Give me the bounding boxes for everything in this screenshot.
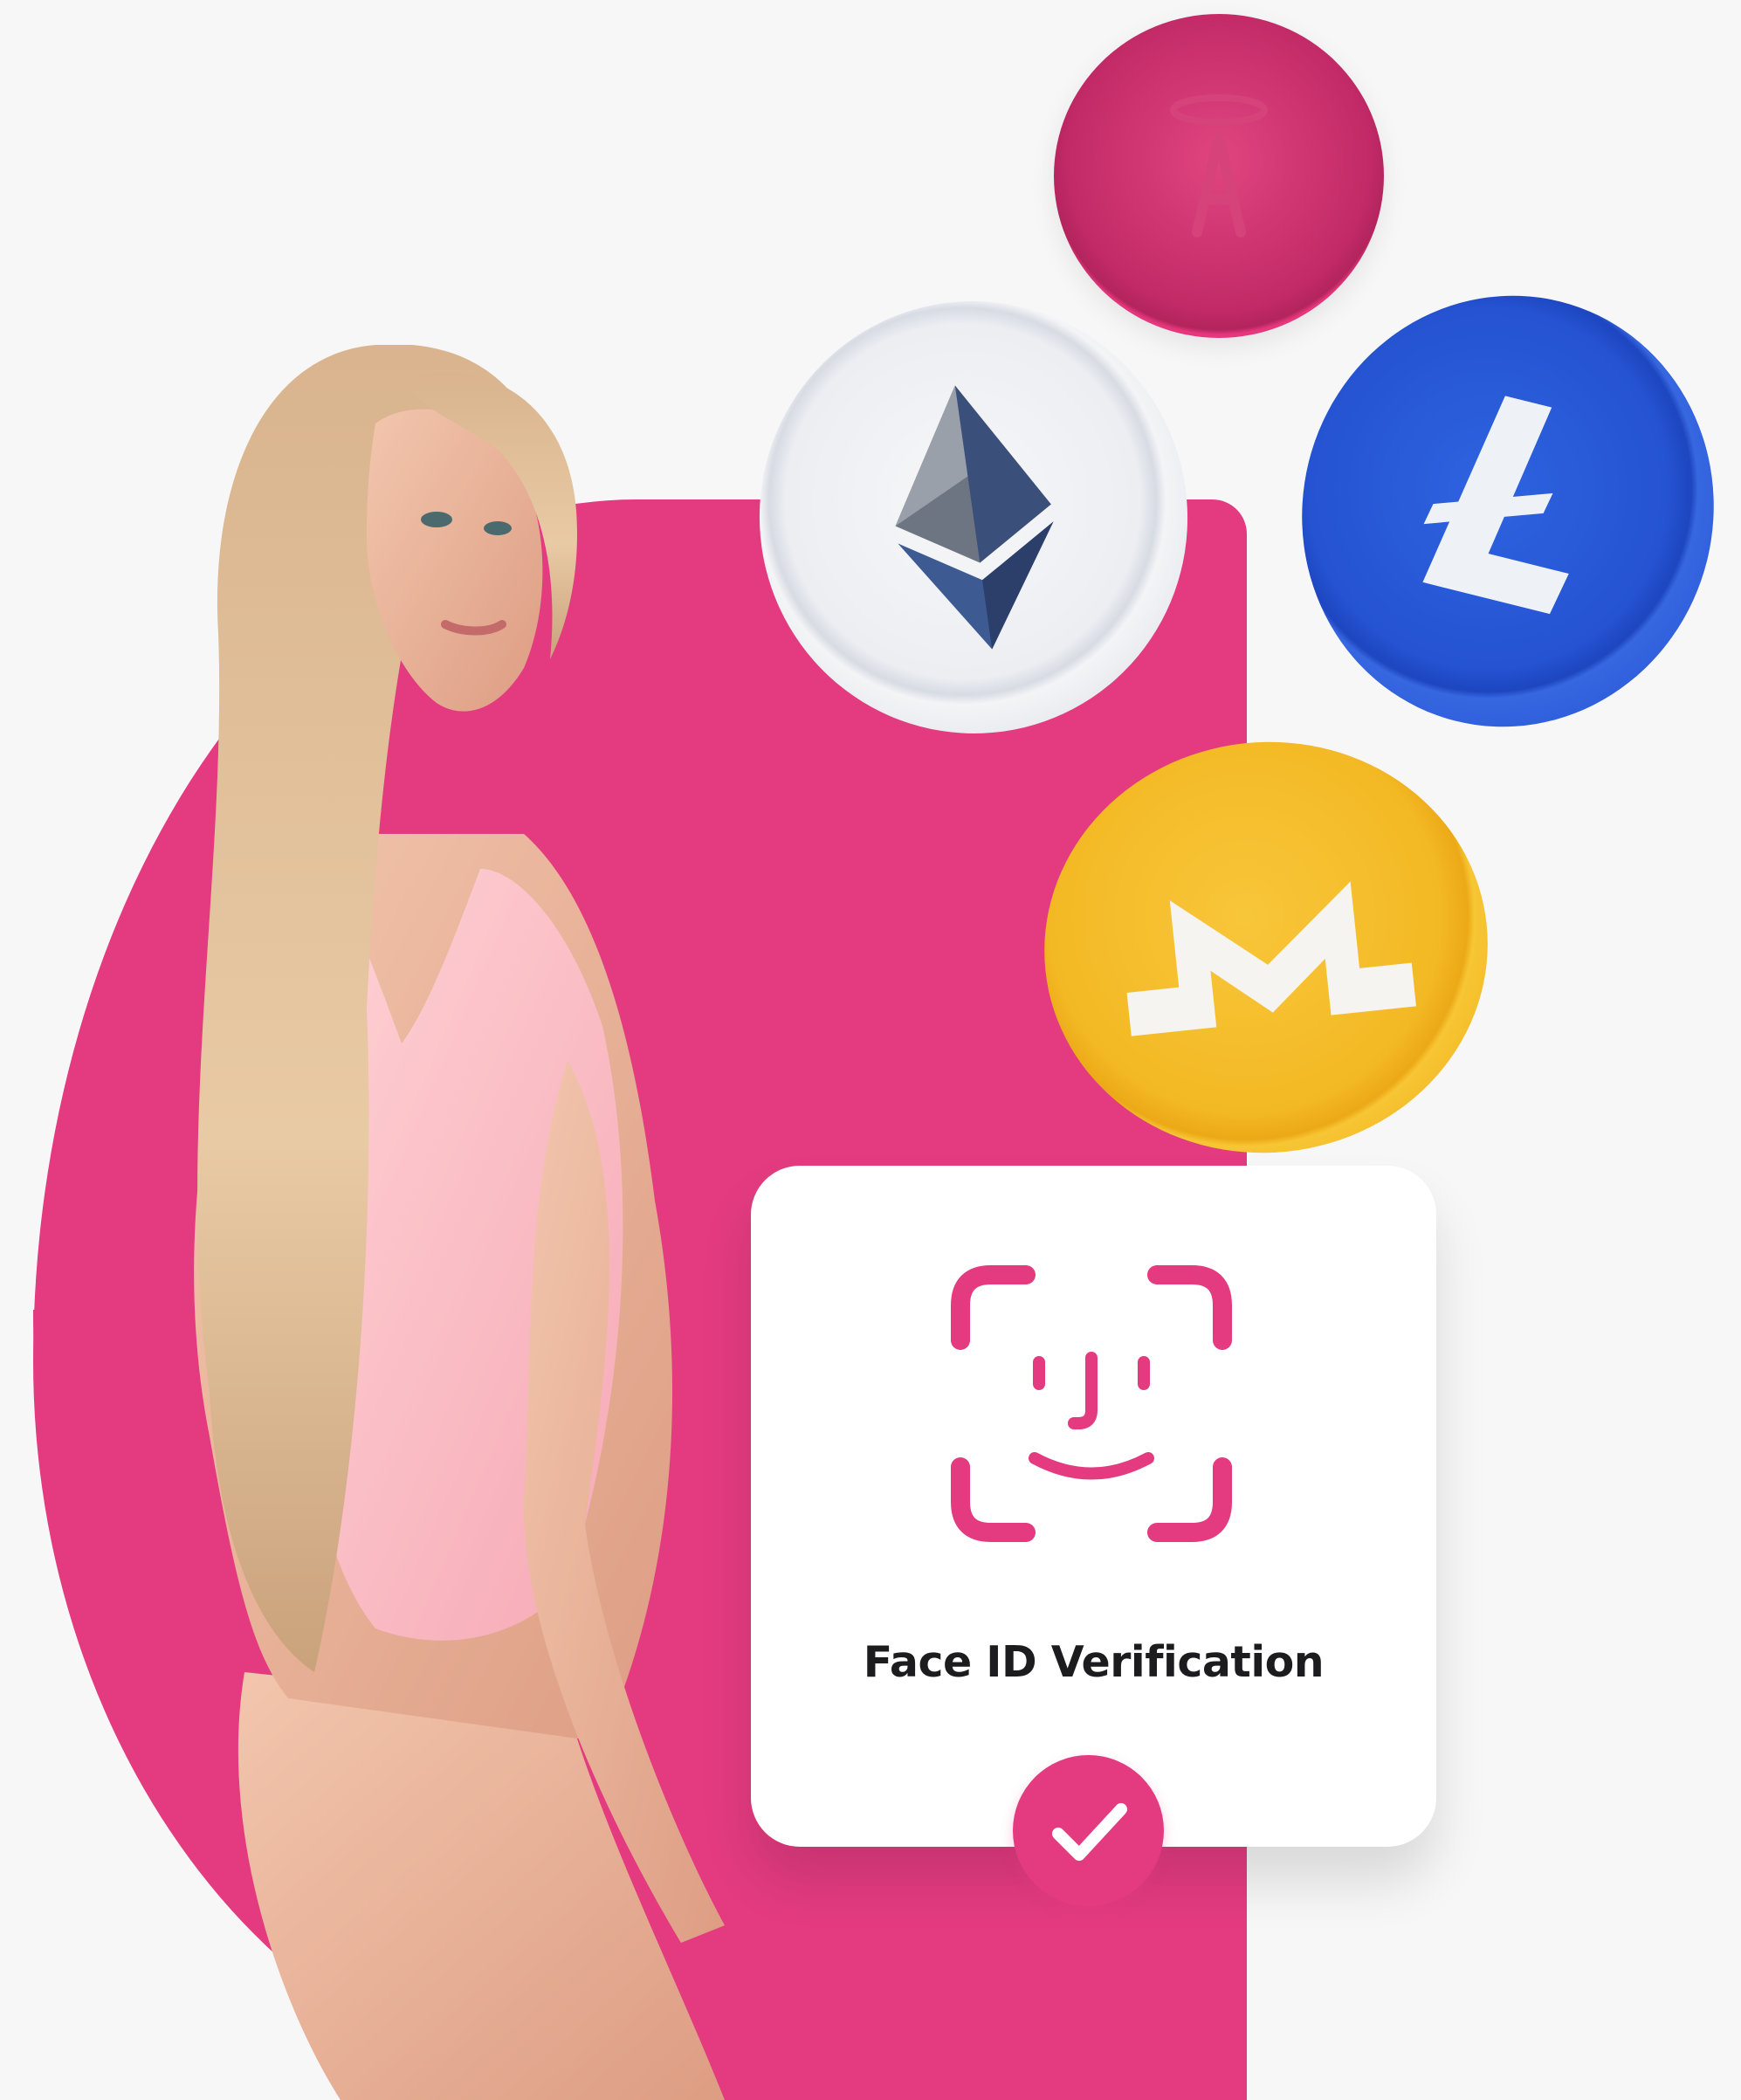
face-id-card: Face ID Verification [751, 1166, 1436, 1847]
checkmark-icon [1052, 1803, 1127, 1861]
hero-illustration: Face ID Verification [0, 0, 1741, 2100]
ethereum-coin-icon [731, 273, 1216, 761]
face-id-icon [951, 1265, 1232, 1542]
card-title: Face ID Verification [863, 1637, 1325, 1687]
monero-coin-icon [1023, 720, 1509, 1175]
verified-badge [1013, 1755, 1164, 1906]
